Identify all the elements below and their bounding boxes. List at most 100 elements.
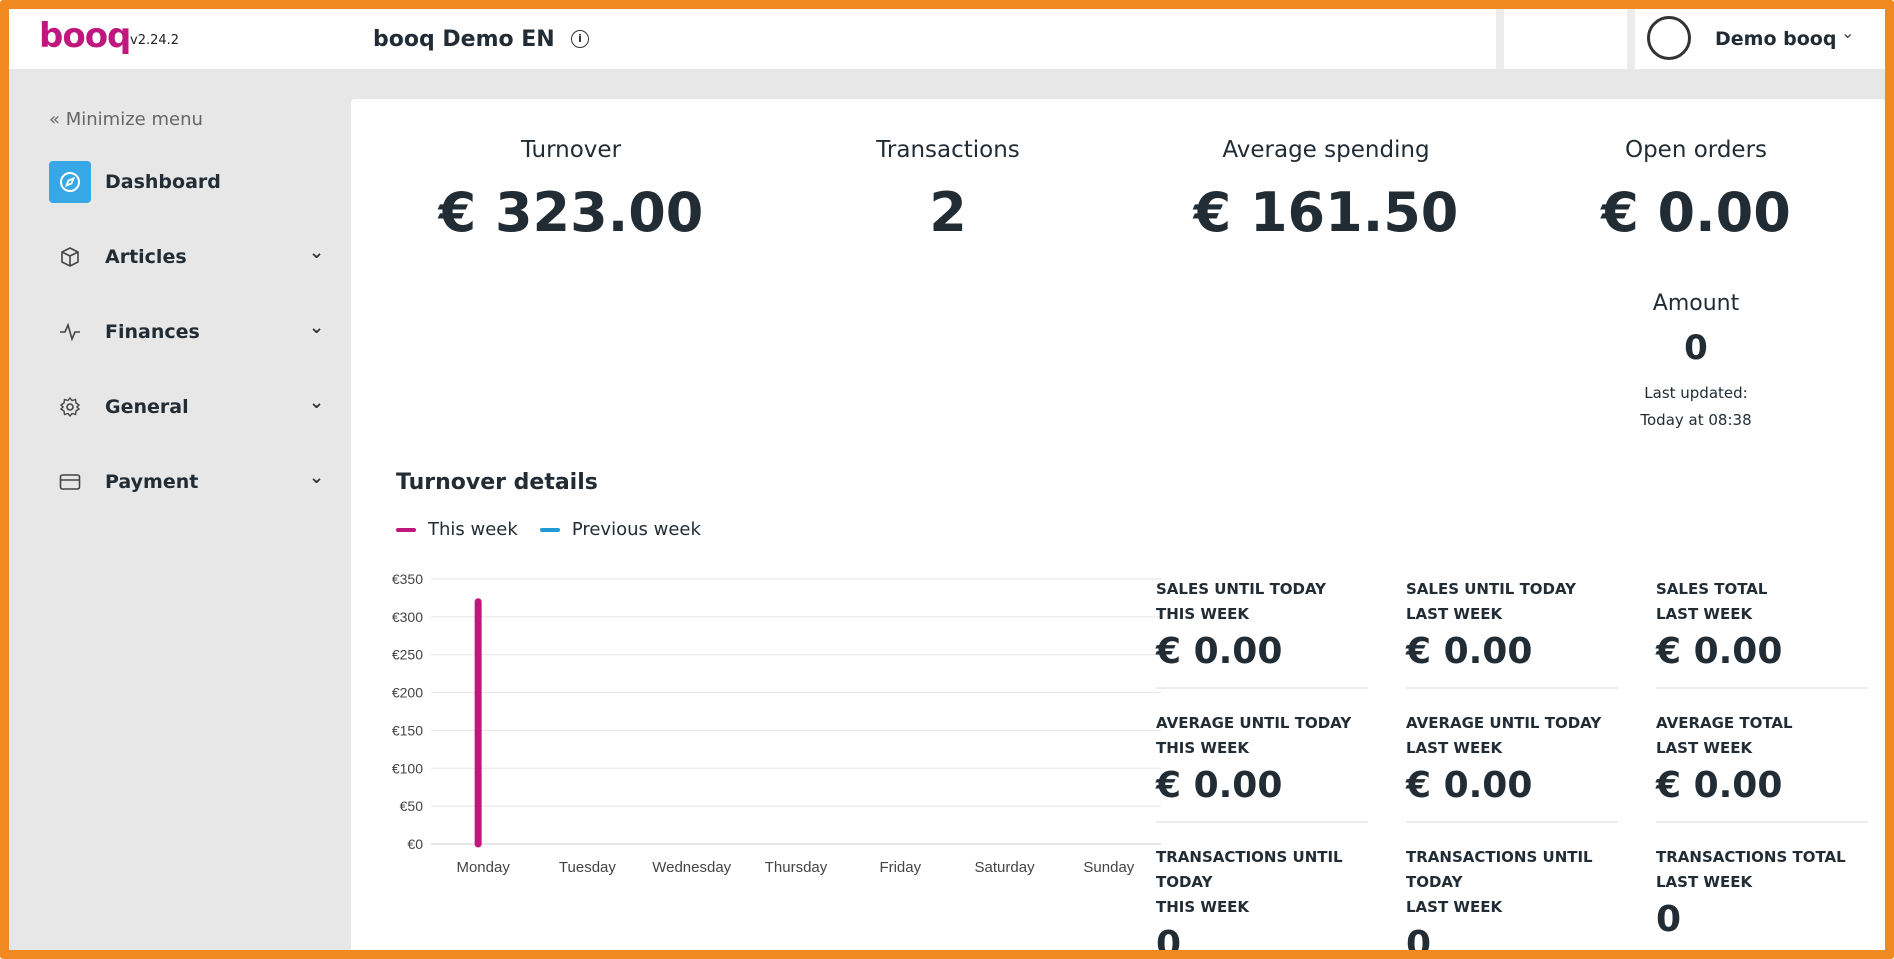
app-window: booq v2.24.2 booq Demo EN i Demo booq ⌄ …	[0, 0, 1894, 959]
stat-value: 0	[1156, 924, 1182, 959]
x-tick-label: Monday	[456, 859, 510, 876]
turnover-chart: €0 €50 €100 €150 €200 €250 €300 €350 Monday Tuesd…	[392, 571, 1161, 876]
stat-divider	[1656, 687, 1868, 689]
version-label: v2.24.2	[130, 33, 180, 48]
stat-label: AVERAGE TOTAL	[1656, 714, 1793, 732]
stat-card: TRANSACTIONS UNTIL TODAY LAST WEEK 0	[1406, 845, 1618, 959]
kpi-average-spending: Average spending € 161.50	[1156, 137, 1496, 244]
kpi-value: € 161.50	[1193, 181, 1459, 244]
stat-value: € 0.00	[1406, 765, 1533, 806]
y-tick-label: €50	[400, 798, 424, 814]
stat-label: SALES UNTIL TODAY	[1406, 580, 1577, 598]
legend-swatch	[396, 527, 416, 532]
amount-title: Amount	[1652, 291, 1740, 316]
stat-label: AVERAGE UNTIL TODAY	[1406, 714, 1602, 732]
stat-period: LAST WEEK	[1656, 605, 1753, 623]
kpi-title: Average spending	[1222, 137, 1430, 163]
legend-label: This week	[428, 519, 518, 540]
sidebar-item-label: Payment	[105, 471, 199, 493]
topbar-divider	[1496, 9, 1504, 69]
stat-period: THIS WEEK	[1156, 898, 1250, 916]
legend-previous-week[interactable]: Previous week	[539, 519, 701, 540]
legend-swatch	[539, 527, 560, 532]
y-tick-label: €300	[392, 609, 423, 625]
stat-divider	[1406, 687, 1618, 689]
sidebar-item-articles[interactable]: Articles ⌄	[49, 234, 339, 278]
minimize-menu-button[interactable]: « Minimize menu	[49, 109, 203, 130]
x-tick-label: Tuesday	[559, 859, 616, 876]
last-updated: Last updated: Today at 08:38	[1571, 380, 1821, 434]
user-menu-name[interactable]: Demo booq	[1715, 28, 1836, 50]
sidebar-item-label: Dashboard	[105, 171, 221, 193]
y-tick-label: €150	[392, 722, 423, 738]
kpi-value: € 323.00	[438, 181, 704, 244]
x-tick-label: Thursday	[765, 859, 828, 876]
last-updated-label: Last updated:	[1644, 384, 1748, 402]
gear-icon	[49, 386, 91, 428]
chevron-down-icon: ⌄	[309, 242, 325, 263]
activity-icon	[49, 311, 91, 353]
site-title: booq Demo EN	[373, 27, 555, 52]
stat-divider	[1156, 687, 1368, 689]
kpi-transactions: Transactions 2	[778, 137, 1118, 244]
avatar[interactable]	[1647, 16, 1691, 60]
kpi-turnover: Turnover € 323.00	[401, 137, 741, 244]
stat-card: SALES UNTIL TODAY THIS WEEK € 0.00	[1156, 577, 1368, 672]
stat-value: € 0.00	[1156, 765, 1283, 806]
chevron-down-icon: ⌄	[309, 392, 325, 413]
stat-value: € 0.00	[1656, 631, 1783, 672]
sidebar-item-payment[interactable]: Payment ⌄	[49, 459, 339, 503]
stat-period: LAST WEEK	[1656, 873, 1753, 891]
stat-label: TRANSACTIONS UNTIL TODAY	[1406, 848, 1593, 891]
sidebar-item-label: General	[105, 396, 189, 418]
info-icon[interactable]: i	[571, 30, 589, 48]
kpi-title: Turnover	[520, 137, 622, 163]
stat-period: LAST WEEK	[1406, 739, 1503, 757]
stat-value: € 0.00	[1406, 631, 1533, 672]
topbar-divider	[1627, 9, 1635, 69]
y-tick-label: €250	[392, 647, 423, 663]
last-updated-time: Today at 08:38	[1640, 411, 1752, 429]
y-tick-label: €0	[407, 836, 423, 852]
amount-block: Amount 0 Last updated: Today at 08:38	[1571, 291, 1821, 434]
x-tick-label: Friday	[879, 859, 921, 876]
stat-card: SALES TOTAL LAST WEEK € 0.00	[1656, 577, 1868, 672]
stat-label: TRANSACTIONS TOTAL	[1656, 848, 1846, 866]
stat-divider	[1656, 821, 1868, 823]
stat-label: SALES TOTAL	[1656, 580, 1768, 598]
sidebar-item-dashboard[interactable]: Dashboard	[49, 159, 339, 203]
stat-period: THIS WEEK	[1156, 605, 1250, 623]
stat-card: AVERAGE UNTIL TODAY THIS WEEK € 0.00	[1156, 711, 1368, 806]
stat-value: 0	[1656, 899, 1682, 940]
legend-label: Previous week	[571, 519, 701, 540]
stat-period: LAST WEEK	[1406, 605, 1503, 623]
stat-divider	[1406, 821, 1618, 823]
chevron-down-icon: ⌄	[309, 467, 325, 488]
stat-label: AVERAGE UNTIL TODAY	[1156, 714, 1352, 732]
stat-divider	[1156, 821, 1368, 823]
stat-value: 0	[1406, 924, 1432, 959]
amount-value: 0	[1684, 328, 1708, 368]
x-tick-label: Saturday	[975, 859, 1036, 876]
chevron-down-icon: ⌄	[309, 317, 325, 338]
kpi-title: Open orders	[1624, 137, 1768, 163]
kpi-open-orders: Open orders € 0.00	[1526, 137, 1866, 244]
card-icon	[49, 461, 91, 503]
top-bar: booq v2.24.2 booq Demo EN i Demo booq ⌄	[9, 9, 1885, 69]
chevron-down-icon[interactable]: ⌄	[1841, 23, 1854, 42]
stat-period: LAST WEEK	[1656, 739, 1753, 757]
sidebar-item-label: Finances	[105, 321, 200, 343]
booq-logo[interactable]: booq	[39, 19, 131, 53]
kpi-value: € 0.00	[1601, 181, 1791, 244]
stat-card: SALES UNTIL TODAY LAST WEEK € 0.00	[1406, 577, 1618, 672]
sidebar-item-general[interactable]: General ⌄	[49, 384, 339, 428]
y-tick-label: €100	[392, 760, 423, 776]
stat-label: TRANSACTIONS UNTIL TODAY	[1156, 848, 1343, 891]
stat-value: € 0.00	[1656, 765, 1783, 806]
kpi-title: Transactions	[876, 137, 1020, 163]
sidebar-item-finances[interactable]: Finances ⌄	[49, 309, 339, 353]
legend-this-week[interactable]: This week	[396, 519, 518, 540]
x-tick-label: Sunday	[1083, 859, 1134, 876]
kpi-value: 2	[929, 181, 967, 244]
stat-period: THIS WEEK	[1156, 739, 1250, 757]
